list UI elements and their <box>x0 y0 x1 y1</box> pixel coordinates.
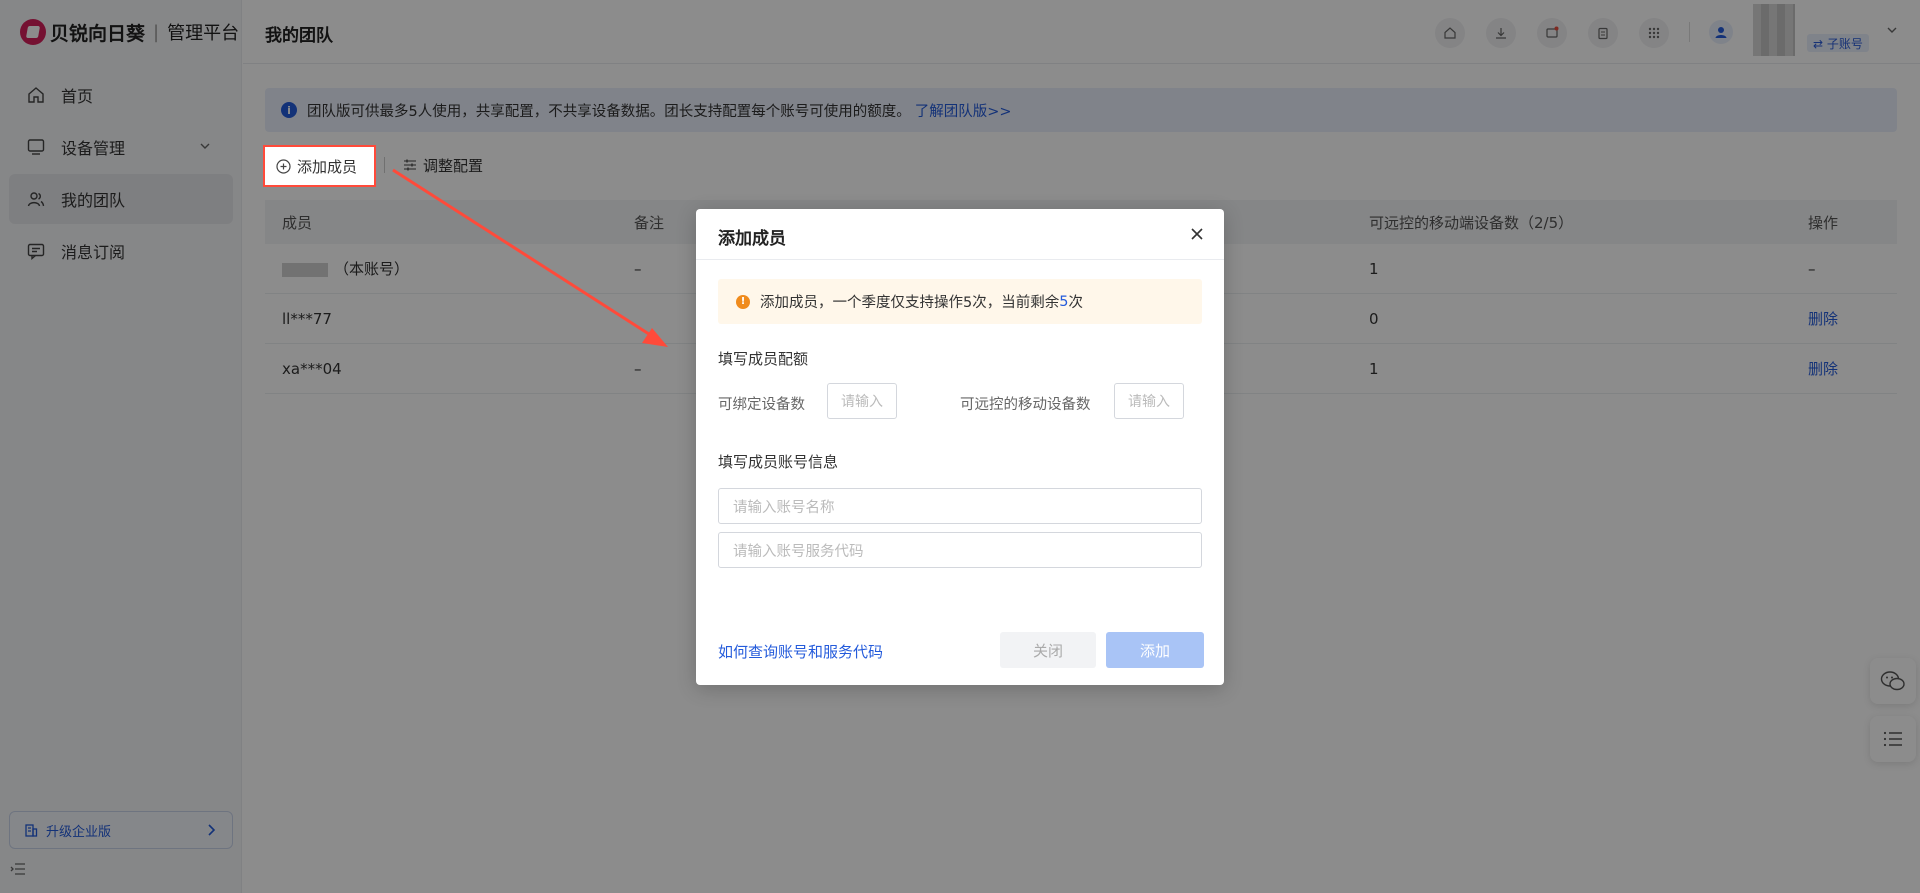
account-help-link[interactable]: 如何查询账号和服务代码 <box>718 641 883 662</box>
quota-section-title: 填写成员配额 <box>718 350 809 368</box>
quota-warning: ! 添加成员，一个季度仅支持操作5次，当前剩余 5 次 <box>718 279 1202 324</box>
bind-count-input[interactable]: 请输入 <box>827 383 897 419</box>
warning-icon: ! <box>736 294 750 309</box>
service-code-input[interactable]: 请输入账号服务代码 <box>718 532 1202 568</box>
dialog-header: 添加成员 <box>696 209 1224 260</box>
warning-remaining-count: 5 <box>1059 293 1069 310</box>
mobile-count-label: 可远控的移动设备数 <box>960 397 1091 413</box>
account-name-input[interactable]: 请输入账号名称 <box>718 488 1202 524</box>
warning-text: 添加成员，一个季度仅支持操作5次，当前剩余 <box>760 295 1060 311</box>
add-member-dialog: 添加成员 ! 添加成员，一个季度仅支持操作5次，当前剩余 5 次 填写成员配额 可绑… <box>696 209 1224 685</box>
dialog-title: 添加成员 <box>718 229 786 249</box>
bind-count-label: 可绑定设备数 <box>718 397 805 413</box>
account-section-title: 填写成员账号信息 <box>718 453 839 471</box>
close-button[interactable]: 关闭 <box>1000 632 1096 668</box>
mobile-count-input[interactable]: 请输入 <box>1114 383 1184 419</box>
close-icon[interactable] <box>1190 227 1204 241</box>
add-button[interactable]: 添加 <box>1106 632 1204 668</box>
warning-suffix: 次 <box>1068 295 1083 311</box>
